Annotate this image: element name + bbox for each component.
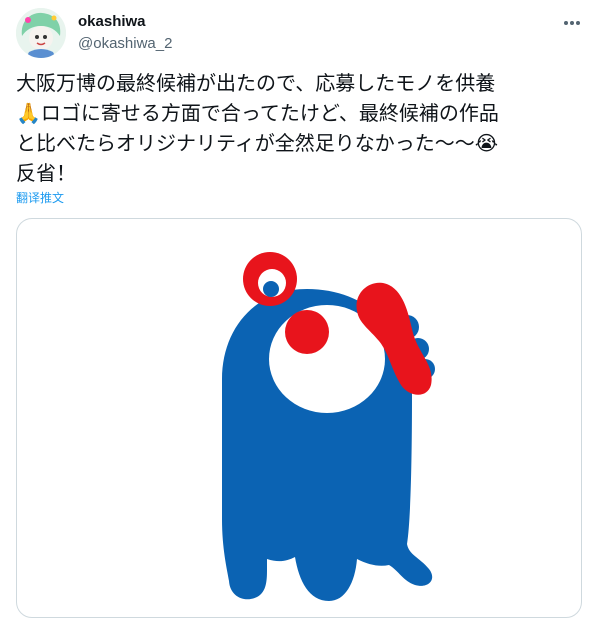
tweet-media-image[interactable]	[16, 218, 582, 618]
mascot-illustration	[222, 252, 435, 601]
tweet-text: 大阪万博の最終候補が出たので、応募したモノを供養 🙏ロゴに寄せる方面で合ってたけ…	[16, 68, 582, 188]
more-dots-icon	[564, 21, 580, 25]
tweet-text-line: 大阪万博の最終候補が出たので、応募したモノを供養	[16, 71, 496, 95]
translate-tweet-link[interactable]: 翻译推文	[16, 190, 64, 206]
tweet-text-line: 反省！	[16, 161, 76, 185]
more-options-button[interactable]	[560, 14, 584, 32]
avatar[interactable]	[16, 8, 66, 58]
tweet-card: okashiwa @okashiwa_2 大阪万博の最終候補が出たので、応募した…	[0, 0, 598, 623]
display-name[interactable]: okashiwa	[78, 12, 172, 32]
tweet-text-line: と比べたらオリジナリティが全然足りなかった〜〜😭	[16, 131, 499, 155]
user-handle[interactable]: @okashiwa_2	[78, 34, 172, 54]
avatar-illustration	[16, 8, 66, 58]
mascot-pupil	[285, 310, 329, 354]
tweet-author: okashiwa @okashiwa_2	[78, 12, 172, 54]
mascot-crest-dot	[263, 281, 279, 297]
tweet-text-line: 🙏ロゴに寄せる方面で合ってたけど、最終候補の作品	[16, 101, 499, 125]
